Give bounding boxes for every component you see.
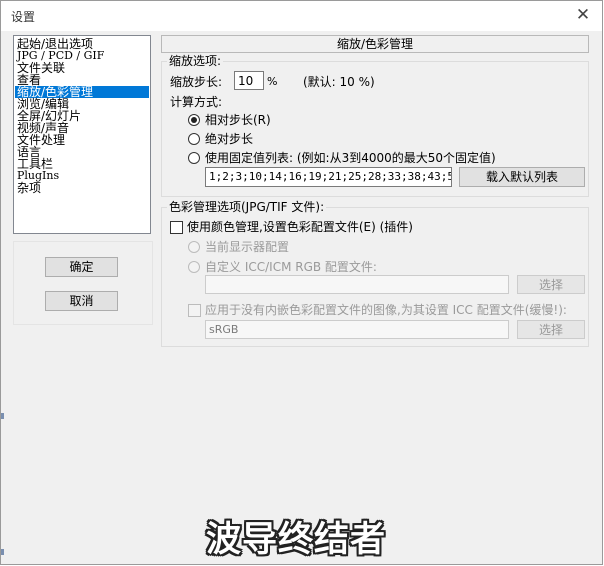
close-icon[interactable]: ✕ xyxy=(571,3,595,27)
settings-dialog: 设置 ✕ 起始/退出选项 JPG / PCD / GIF 文件关联 查看 缩放/… xyxy=(0,0,603,565)
fixed-values-input[interactable]: 1;2;3;10;14;16;19;21;25;28;33;38;43;50;5 xyxy=(205,167,452,187)
zoom-step-label: 缩放步长: xyxy=(170,75,223,89)
radio-fixed-list-label[interactable]: 使用固定值列表: (例如:从3到4000的最大50个固定值) xyxy=(205,151,496,165)
apply-no-embedded-checkbox[interactable] xyxy=(188,304,201,317)
srgb-profile-input[interactable]: sRGB xyxy=(205,320,509,339)
title-bar: 设置 ✕ xyxy=(1,1,602,31)
radio-custom-profile-label[interactable]: 自定义 ICC/ICM RGB 配置文件: xyxy=(205,260,377,274)
background-window-edge-2 xyxy=(1,549,4,555)
select-custom-profile-button[interactable]: 选择 xyxy=(517,275,585,294)
custom-profile-path-input[interactable] xyxy=(205,275,509,294)
color-management-label: 色彩管理选项(JPG/TIF 文件): xyxy=(167,200,327,214)
radio-absolute-step[interactable] xyxy=(188,133,200,145)
radio-current-display[interactable] xyxy=(188,241,200,253)
watermark-text: 波导终结者 xyxy=(206,520,387,560)
radio-relative-step-label[interactable]: 相对步长(R) xyxy=(205,113,271,127)
select-srgb-profile-button[interactable]: 选择 xyxy=(517,320,585,339)
ok-button[interactable]: 确定 xyxy=(45,257,118,277)
radio-absolute-step-label[interactable]: 绝对步长 xyxy=(205,132,253,146)
settings-category-list[interactable]: 起始/退出选项 JPG / PCD / GIF 文件关联 查看 缩放/色彩管理 … xyxy=(13,35,151,234)
radio-relative-step[interactable] xyxy=(188,114,200,126)
use-color-management-checkbox[interactable] xyxy=(170,221,183,234)
zoom-step-input[interactable]: 10 xyxy=(234,71,264,90)
nav-item-misc[interactable]: 杂项 xyxy=(17,182,41,194)
zoom-step-unit: % xyxy=(267,75,278,88)
background-window-edge xyxy=(1,413,4,419)
calc-method-label: 计算方式: xyxy=(170,95,223,109)
zoom-options-label: 缩放选项: xyxy=(167,54,224,68)
cancel-button[interactable]: 取消 xyxy=(45,291,118,311)
zoom-default-note: (默认: 10 %) xyxy=(303,75,375,89)
radio-fixed-list[interactable] xyxy=(188,152,200,164)
dialog-buttons-panel: 确定 取消 xyxy=(13,241,153,325)
load-default-list-button[interactable]: 载入默认列表 xyxy=(459,167,585,187)
radio-custom-profile[interactable] xyxy=(188,261,200,273)
radio-current-display-label[interactable]: 当前显示器配置 xyxy=(205,240,289,254)
window-title: 设置 xyxy=(11,10,36,24)
apply-no-embedded-label[interactable]: 应用于没有内嵌色彩配置文件的图像,为其设置 ICC 配置文件(缓慢!): xyxy=(205,303,567,317)
section-title: 缩放/色彩管理 xyxy=(161,35,589,53)
use-color-management-label[interactable]: 使用颜色管理,设置色彩配置文件(E) (插件) xyxy=(187,220,413,234)
